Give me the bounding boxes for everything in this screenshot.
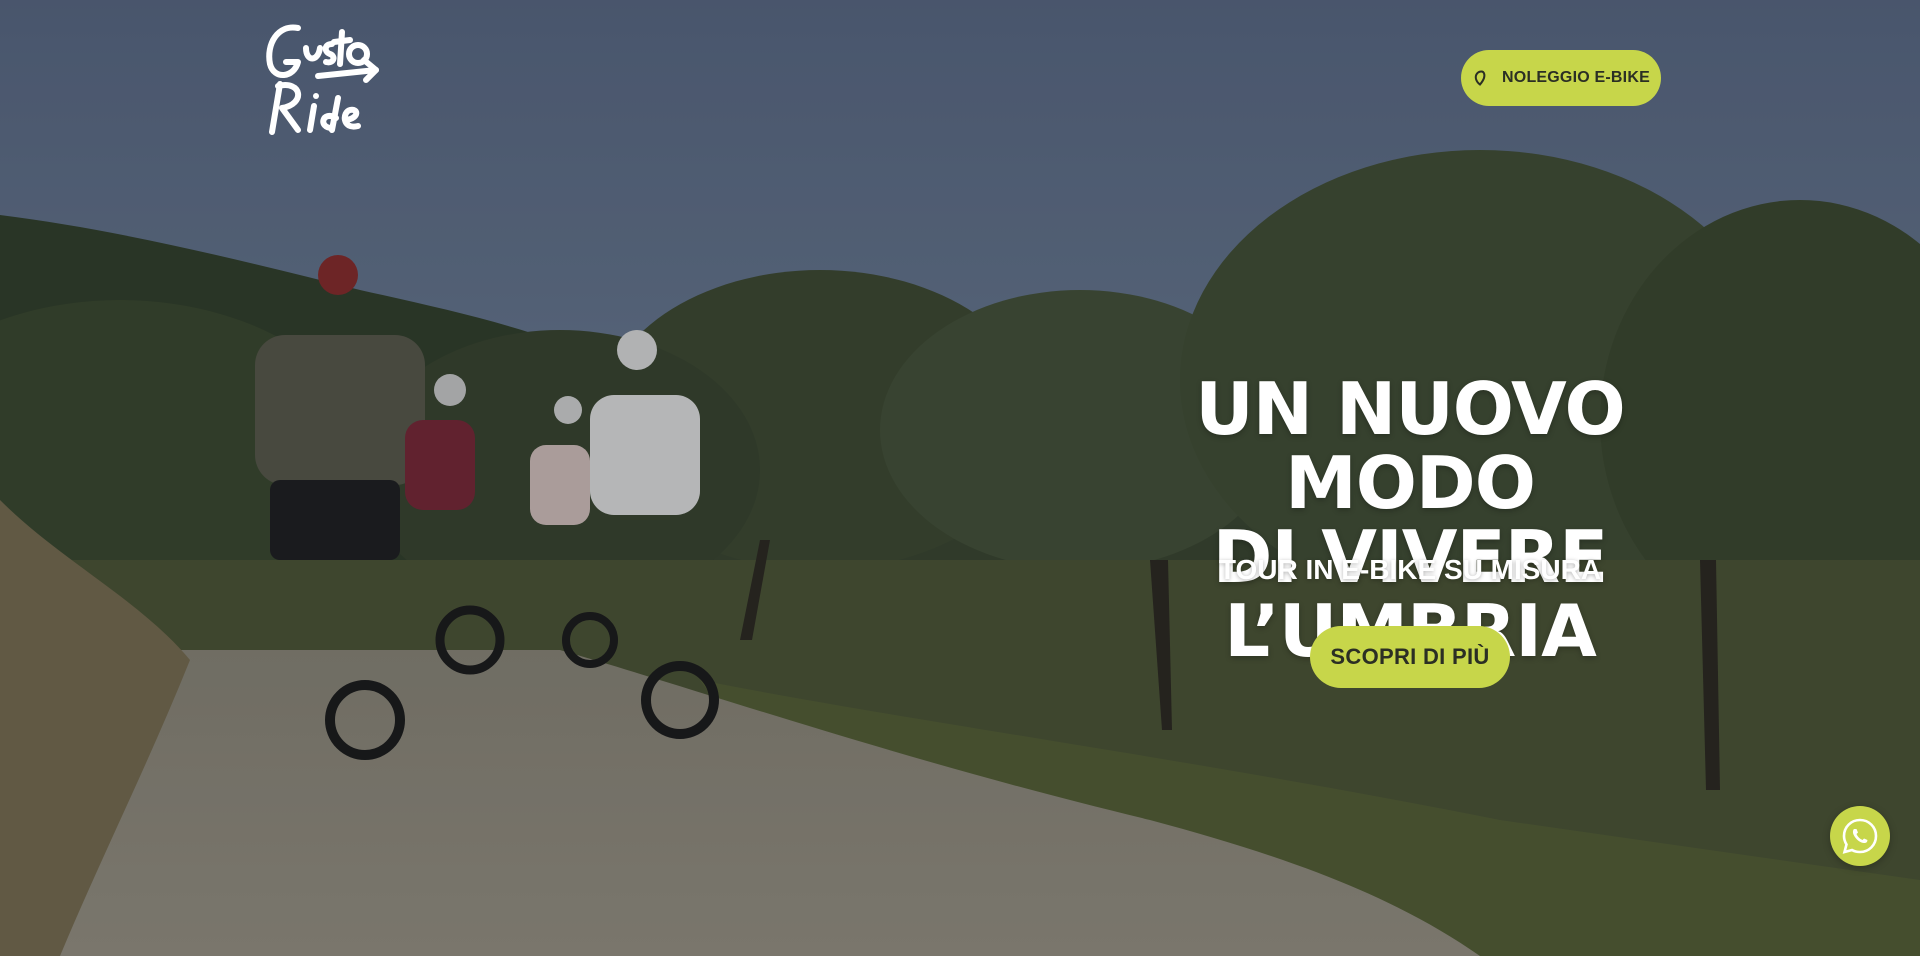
map-pin-icon (1472, 70, 1488, 86)
discover-more-button[interactable]: SCOPRI DI PIÙ (1310, 626, 1510, 688)
gusto-ride-logo-icon (266, 24, 379, 135)
whatsapp-chat-button[interactable] (1830, 806, 1890, 866)
hero-headline-line-1: UN NUOVO MODO (1195, 367, 1625, 525)
whatsapp-icon (1842, 818, 1878, 854)
hero-headline: UN NUOVO MODO DI VIVERE L’UMBRIA (1100, 372, 1720, 668)
hero-subheadline: TOUR IN E-BIKE SU MISURA (1218, 554, 1602, 585)
discover-more-label: SCOPRI DI PIÙ (1330, 644, 1490, 669)
rent-ebike-label: NOLEGGIO E-BIKE (1502, 69, 1650, 86)
site-logo[interactable] (258, 14, 382, 140)
rent-ebike-button[interactable]: NOLEGGIO E-BIKE (1461, 50, 1661, 106)
hero-section: NOLEGGIO E-BIKE UN NUOVO MODO DI VIVERE … (0, 0, 1920, 956)
